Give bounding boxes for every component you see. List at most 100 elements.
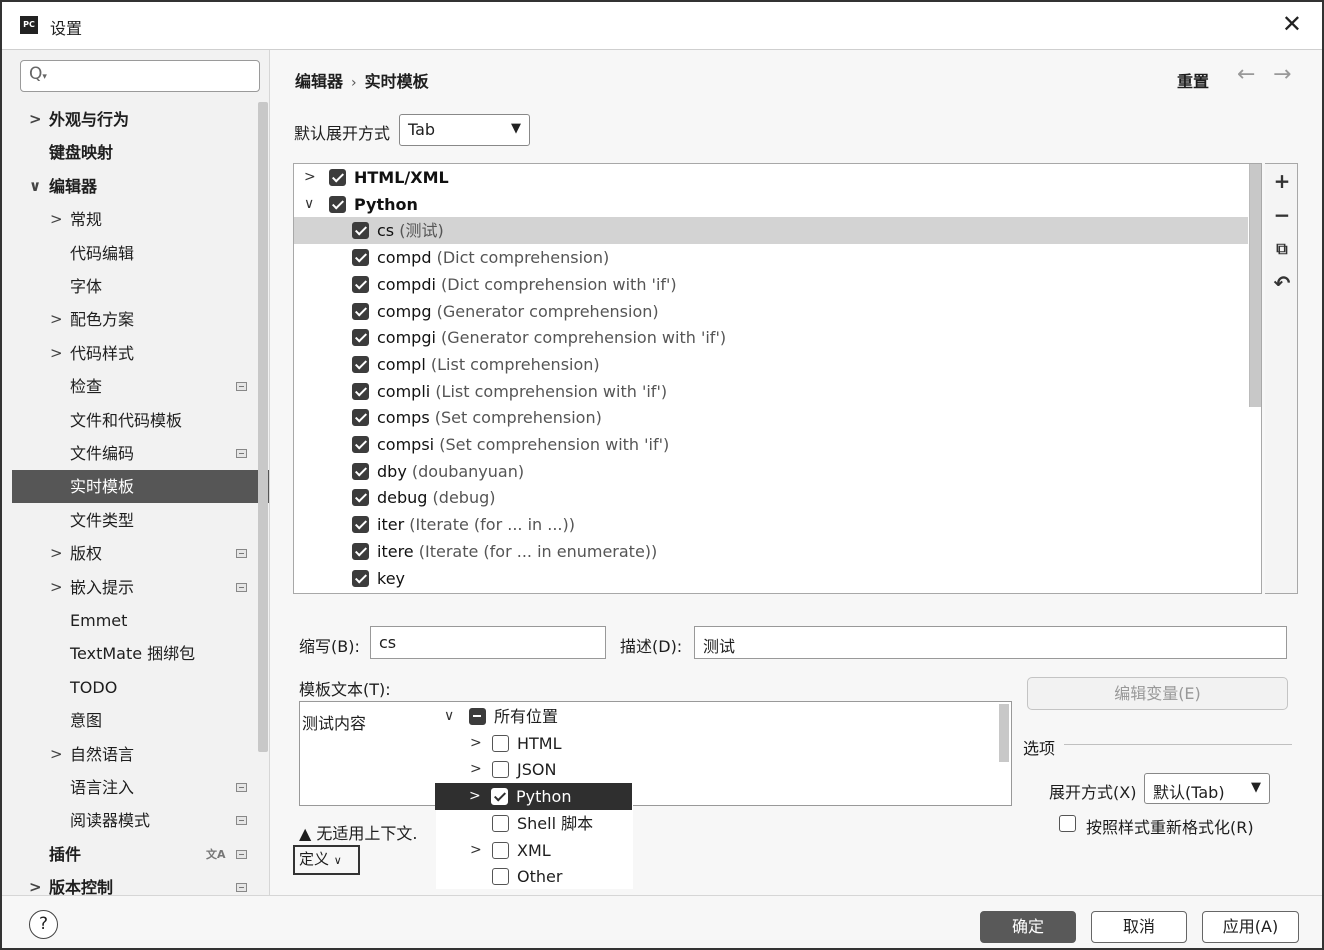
template-row[interactable]: comps (Set comprehension) [294,404,1248,431]
template-checkbox[interactable] [352,516,369,534]
sidebar-item[interactable]: > 外观与行为 [12,103,269,136]
context-item[interactable]: Other [436,863,633,890]
context-checkbox[interactable] [491,788,508,806]
edit-variables-button[interactable]: 编辑变量(E) [1027,677,1288,710]
chevron-right-icon[interactable]: > [469,783,481,810]
template-checkbox[interactable] [352,222,369,240]
sidebar-item[interactable]: 意图 [12,704,269,737]
chevron-down-icon[interactable]: ∨ [444,703,454,730]
sidebar-item[interactable]: TextMate 捆绑包 [12,637,269,670]
chevron-right-icon[interactable]: > [50,337,63,370]
sidebar-item[interactable]: > 代码样式 [12,337,269,370]
context-item[interactable]: > Python [435,783,632,811]
chevron-right-icon[interactable]: > [470,730,482,757]
sidebar-item[interactable]: 文件类型 [12,504,269,537]
default-expand-select[interactable]: Tab ▼ [399,114,530,146]
sidebar-item[interactable]: > 版权 [12,537,269,570]
sidebar-item[interactable]: 插件 文A [12,838,269,871]
sidebar-item[interactable]: 文件和代码模板 [12,404,269,437]
template-checkbox[interactable] [352,275,369,293]
template-row[interactable]: dby (doubanyuan) [294,458,1248,485]
context-item[interactable]: > JSON [436,756,633,783]
template-checkbox[interactable] [352,329,369,347]
template-row[interactable]: compg (Generator comprehension) [294,298,1248,325]
template-checkbox[interactable] [352,436,369,453]
copy-icon[interactable]: ⧉ [1271,238,1293,260]
context-checkbox[interactable] [492,868,509,886]
template-checkbox[interactable] [352,462,369,480]
sidebar-item[interactable]: > 嵌入提示 [12,571,269,604]
sidebar-item[interactable]: 文件编码 [12,437,269,470]
chevron-down-icon[interactable]: ∨ [29,170,41,203]
template-row[interactable]: key [294,565,1248,592]
sidebar-item[interactable]: 键盘映射 [12,136,269,169]
template-group-row[interactable]: > HTML/XML [294,164,1248,191]
template-scrollbar[interactable] [999,704,1009,762]
sidebar-item[interactable]: 语言注入 [12,771,269,804]
sidebar-item[interactable]: TODO [12,671,269,704]
settings-search-input[interactable]: Q▾ [20,60,260,92]
back-arrow-icon[interactable]: ← [1237,62,1255,87]
remove-icon[interactable]: − [1271,204,1293,226]
template-row[interactable]: compsi (Set comprehension with 'if') [294,431,1248,458]
description-input[interactable]: 测试 [694,626,1287,659]
close-button[interactable]: ✕ [1282,10,1302,38]
expand-with-select[interactable]: 默认(Tab) ▼ [1144,773,1270,804]
reformat-checkbox-row[interactable]: 按照样式重新格式化(R) [1059,814,1309,840]
chevron-right-icon[interactable]: > [470,837,482,864]
chevron-right-icon[interactable]: > [470,756,482,783]
context-item[interactable]: > XML [436,837,633,864]
template-checkbox[interactable] [352,249,369,267]
tree-scrollbar[interactable] [1249,164,1261,407]
sidebar-scrollbar[interactable] [258,102,268,752]
context-checkbox[interactable] [492,841,509,859]
template-checkbox[interactable] [352,355,369,373]
context-item[interactable]: Shell 脚本 [436,810,633,837]
template-row[interactable]: compli (List comprehension with 'if') [294,378,1248,405]
help-button[interactable]: ? [29,910,58,939]
chevron-right-icon[interactable]: > [29,103,42,136]
context-checkbox[interactable] [492,761,509,779]
chevron-right-icon[interactable]: > [304,164,316,191]
sidebar-item[interactable]: 阅读器模式 [12,804,269,837]
context-checkbox[interactable] [492,734,509,752]
sidebar-item[interactable]: > 常规 [12,203,269,236]
template-checkbox[interactable] [352,542,369,560]
chevron-down-icon[interactable]: ∨ [304,191,314,218]
template-checkbox[interactable] [329,195,346,213]
template-checkbox[interactable] [352,489,369,507]
chevron-right-icon[interactable]: > [29,871,42,895]
template-row[interactable]: iter (Iterate (for ... in ...)) [294,511,1248,538]
chevron-right-icon[interactable]: > [50,303,63,336]
context-checkbox[interactable] [469,708,486,725]
chevron-right-icon[interactable]: > [50,537,63,570]
context-checkbox[interactable] [492,814,509,832]
chevron-right-icon[interactable]: > [50,571,63,604]
template-checkbox[interactable] [352,302,369,320]
template-checkbox[interactable] [352,569,369,587]
template-row[interactable]: compl (List comprehension) [294,351,1248,378]
forward-arrow-icon[interactable]: → [1273,62,1291,87]
reset-link[interactable]: 重置 [1177,68,1209,92]
sidebar-item[interactable]: > 配色方案 [12,303,269,336]
define-context-button[interactable]: 定义 ∨ [293,845,360,875]
ok-button[interactable]: 确定 [980,911,1076,943]
context-item[interactable]: > HTML [436,730,633,757]
sidebar-item[interactable]: > 版本控制 [12,871,269,895]
chevron-right-icon[interactable]: > [50,738,63,771]
cancel-button[interactable]: 取消 [1091,911,1187,943]
template-row[interactable]: compd (Dict comprehension) [294,244,1248,271]
reformat-checkbox[interactable] [1059,815,1076,832]
sidebar-item[interactable]: 代码编辑 [12,237,269,270]
add-icon[interactable]: + [1271,170,1293,192]
template-row[interactable]: debug (debug) [294,484,1248,511]
template-row[interactable]: compdi (Dict comprehension with 'if') [294,271,1248,298]
sidebar-item[interactable]: > 自然语言 [12,738,269,771]
chevron-right-icon[interactable]: > [50,203,63,236]
template-row[interactable]: itere (Iterate (for ... in enumerate)) [294,538,1248,565]
template-checkbox[interactable] [329,169,346,186]
sidebar-item[interactable]: Emmet [12,604,269,637]
template-checkbox[interactable] [352,409,369,427]
template-text-editor[interactable]: 测试内容 [299,701,1012,806]
breadcrumb-editor[interactable]: 编辑器 [295,72,343,91]
